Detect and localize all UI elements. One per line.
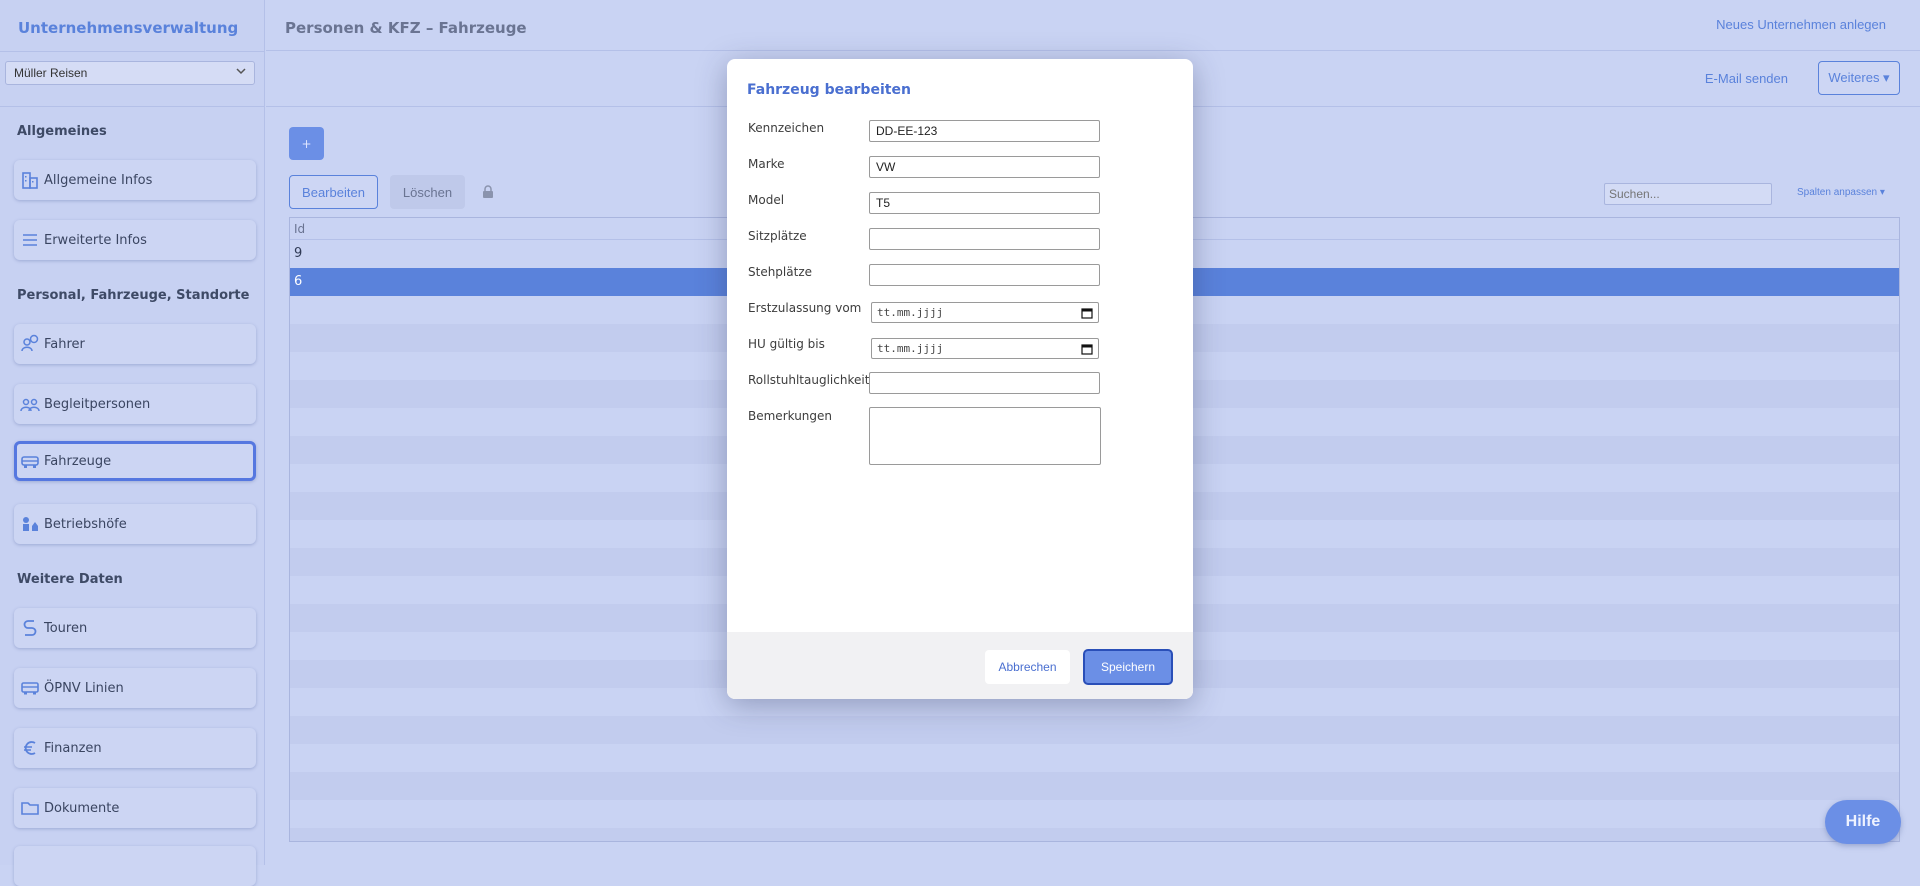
dialog-title: Fahrzeug bearbeiten: [747, 82, 911, 98]
sidebar: Unternehmensverwaltung Müller Reisen All…: [0, 0, 265, 886]
send-email-link[interactable]: E-Mail senden: [1705, 71, 1788, 86]
search-input[interactable]: [1604, 183, 1772, 205]
date-placeholder: tt.mm.jjjj: [877, 342, 944, 355]
edit-button[interactable]: Bearbeiten: [289, 175, 378, 209]
sidebar-item-label: Betriebshöfe: [44, 516, 127, 532]
sidebar-item-dokumente[interactable]: Dokumente: [14, 788, 256, 828]
stehplaetze-input[interactable]: [869, 264, 1100, 286]
divider: [0, 51, 265, 52]
marke-input[interactable]: [869, 156, 1100, 178]
sidebar-item-more[interactable]: [14, 846, 256, 886]
sidebar-item-touren[interactable]: Touren: [14, 608, 256, 648]
sidebar-item-oepnv-linien[interactable]: ÖPNV Linien: [14, 668, 256, 708]
model-input[interactable]: [869, 192, 1100, 214]
sidebar-item-begleitpersonen[interactable]: Begleitpersonen: [14, 384, 256, 424]
section-heading-allgemeines: Allgemeines: [17, 124, 107, 139]
hu-label: HU gültig bis: [748, 337, 825, 351]
table-row-empty: [290, 744, 1899, 772]
divider: [0, 106, 265, 107]
lock-icon[interactable]: [481, 185, 495, 199]
sidebar-item-erweiterte-infos[interactable]: Erweiterte Infos: [14, 220, 256, 260]
sidebar-item-label: Allgemeine Infos: [44, 172, 153, 188]
sidebar-item-fahrzeuge[interactable]: Fahrzeuge: [14, 441, 256, 481]
sidebar-item-label: Begleitpersonen: [44, 396, 151, 412]
list-icon: [20, 230, 40, 250]
kennzeichen-label: Kennzeichen: [748, 121, 825, 135]
more-dropdown-button[interactable]: Weiteres ▾: [1818, 61, 1900, 95]
sitzplaetze-label: Sitzplätze: [748, 229, 807, 243]
driver-icon: [20, 334, 40, 354]
sidebar-item-label: Finanzen: [44, 740, 102, 756]
euro-icon: [20, 738, 40, 758]
help-button[interactable]: Hilfe: [1825, 800, 1901, 844]
rollstuhl-input[interactable]: [869, 372, 1100, 394]
table-row-empty: [290, 772, 1899, 800]
date-placeholder: tt.mm.jjjj: [877, 306, 944, 319]
table-row-empty: [290, 828, 1899, 841]
sidebar-item-label: Erweiterte Infos: [44, 232, 147, 248]
depot-icon: [20, 514, 40, 534]
erstzulassung-label: Erstzulassung vom: [748, 301, 862, 315]
model-label: Model: [748, 193, 785, 207]
erstzulassung-date-input[interactable]: tt.mm.jjjj: [871, 302, 1099, 323]
page-title: Personen & KFZ – Fahrzeuge: [285, 19, 527, 37]
sidebar-item-allgemeine-infos[interactable]: Allgemeine Infos: [14, 160, 256, 200]
sidebar-item-label: Fahrer: [44, 336, 85, 352]
hu-date-input[interactable]: tt.mm.jjjj: [871, 338, 1099, 359]
company-select-value: Müller Reisen: [14, 66, 88, 80]
sidebar-item-fahrer[interactable]: Fahrer: [14, 324, 256, 364]
car-icon: [20, 451, 40, 471]
save-button[interactable]: Speichern: [1083, 649, 1173, 685]
folder-icon: [20, 798, 40, 818]
header: Personen & KFZ – Fahrzeuge Neues Unterne…: [266, 0, 1920, 51]
delete-button[interactable]: Löschen: [390, 175, 465, 209]
calendar-icon[interactable]: [1081, 343, 1093, 355]
cancel-button[interactable]: Abbrechen: [985, 650, 1070, 684]
marke-label: Marke: [748, 157, 785, 171]
sidebar-item-label: Touren: [44, 620, 88, 636]
sidebar-item-label: Fahrzeuge: [44, 453, 112, 469]
bemerkungen-label: Bemerkungen: [748, 409, 833, 423]
kennzeichen-input[interactable]: [869, 120, 1100, 142]
bus-icon: [20, 678, 40, 698]
sitzplaetze-input[interactable]: [869, 228, 1100, 250]
company-select[interactable]: Müller Reisen: [5, 61, 255, 85]
table-row-empty: [290, 716, 1899, 744]
route-icon: [20, 618, 40, 638]
rollstuhl-label: Rollstuhltauglichkeit: [748, 373, 870, 387]
chevron-down-icon: [236, 68, 246, 75]
calendar-icon[interactable]: [1081, 307, 1093, 319]
sidebar-item-label: Dokumente: [44, 800, 120, 816]
edit-vehicle-dialog: Fahrzeug bearbeiten Kennzeichen Marke Mo…: [727, 59, 1193, 699]
sidebar-item-label: ÖPNV Linien: [44, 680, 124, 696]
section-heading-personal: Personal, Fahrzeuge, Standorte: [17, 288, 250, 303]
stehplaetze-label: Stehplätze: [748, 265, 813, 279]
table-row-empty: [290, 800, 1899, 828]
add-vehicle-button[interactable]: +: [289, 127, 324, 160]
people-icon: [20, 394, 40, 414]
app-title[interactable]: Unternehmensverwaltung: [18, 19, 238, 37]
bemerkungen-textarea[interactable]: [869, 407, 1101, 465]
dialog-footer: Abbrechen Speichern: [727, 632, 1193, 699]
section-heading-weitere-daten: Weitere Daten: [17, 572, 123, 587]
sidebar-item-betriebshoefe[interactable]: Betriebshöfe: [14, 504, 256, 544]
building-icon: [20, 170, 40, 190]
adjust-columns-dropdown[interactable]: Spalten anpassen ▾: [1797, 187, 1885, 198]
new-company-link[interactable]: Neues Unternehmen anlegen: [1716, 17, 1886, 32]
sidebar-item-finanzen[interactable]: Finanzen: [14, 728, 256, 768]
